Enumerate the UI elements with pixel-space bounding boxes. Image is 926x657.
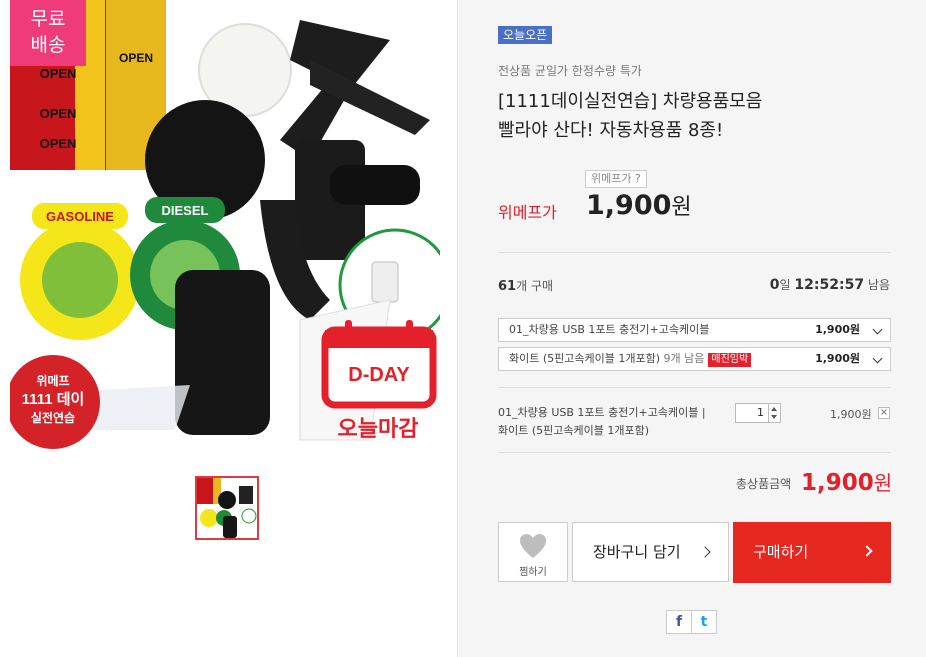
today-open-tag: 오늘오픈	[498, 26, 553, 44]
free-shipping-line2: 배송	[30, 34, 66, 56]
product-title: [1111데이실전연습] 차량용품모음 빨라야 산다! 자동차용품 8종!	[498, 87, 898, 145]
wishlist-label: 찜하기	[519, 567, 547, 578]
decrease-icon[interactable]	[771, 415, 777, 419]
product-subtitle: 전상품 균일가 한정수량 특가	[498, 64, 642, 78]
timer-days: 0	[769, 277, 780, 293]
total-price: 1,900원	[801, 467, 892, 496]
option-2-remaining: 9개 남음	[663, 352, 705, 365]
free-shipping-badge: 무료 배송	[10, 0, 86, 66]
total-label: 총상품금액	[736, 477, 792, 491]
product-title-line1: [1111데이실전연습] 차량용품모음	[498, 91, 763, 112]
cart-label: 장바구니 담기	[593, 543, 681, 561]
product-gallery: 무료 배송 OPEN OPEN OPEN OPEN GASOLINE DIESE…	[0, 0, 458, 657]
twitter-share-icon[interactable]: t	[691, 610, 717, 634]
buy-now-button[interactable]: 구매하기	[733, 522, 891, 583]
buy-label: 구매하기	[753, 543, 809, 561]
promo-line2: 1111 데이	[22, 391, 85, 408]
remove-item-button[interactable]: ×	[878, 407, 890, 419]
quantity-value[interactable]: 1	[736, 404, 768, 422]
selected-item-name: 01_차량용 USB 1포트 충전기+고속케이블 | 화이트 (5핀고속케이블 …	[498, 406, 706, 437]
option-2-price: 1,900원	[815, 352, 860, 365]
chevron-right-icon	[699, 546, 711, 558]
sticker-open-3: OPEN	[40, 136, 77, 151]
gasoline-label: GASOLINE	[46, 209, 114, 224]
sale-price: 1,900원	[586, 189, 692, 221]
add-to-cart-button[interactable]: 장바구니 담기	[572, 522, 729, 582]
increase-icon[interactable]	[771, 407, 777, 411]
price-info-button[interactable]: 위메프가 ?	[585, 170, 647, 188]
timer-days-suffix: 일	[779, 278, 791, 292]
option-select-1[interactable]: 01_차량용 USB 1포트 충전기+고속케이블 1,900원	[498, 318, 891, 342]
thumbnail-image[interactable]	[195, 476, 259, 540]
countdown-timer: 0일 12:52:57 남음	[770, 276, 890, 293]
purchase-count-suffix: 개 구매	[516, 279, 554, 293]
sticker-open-2: OPEN	[40, 106, 77, 121]
option-select-2[interactable]: 화이트 (5핀고속케이블 1개포함) 9개 남음 매진임박 1,900원	[498, 347, 891, 371]
option-2-label: 화이트 (5핀고속케이블 1개포함)	[509, 352, 661, 365]
free-shipping-line1: 무료	[30, 8, 66, 30]
product-page: 무료 배송 OPEN OPEN OPEN OPEN GASOLINE DIESE…	[0, 0, 926, 657]
purchase-count-value: 61	[498, 279, 517, 294]
promo-line1: 위메프	[36, 373, 69, 388]
option-1-label: 01_차량용 USB 1포트 충전기+고속케이블	[509, 323, 710, 336]
separator	[498, 387, 891, 388]
separator	[498, 252, 891, 253]
promo-line3: 실전연습	[31, 410, 75, 425]
share-buttons: f t	[666, 610, 717, 634]
timer-time: 12:52:57	[794, 277, 865, 293]
price-label: 위메프가	[498, 203, 557, 222]
heart-icon	[520, 534, 546, 558]
facebook-share-icon[interactable]: f	[666, 610, 692, 634]
sale-price-unit: 원	[671, 195, 692, 220]
separator	[498, 452, 891, 453]
product-info-panel: 오늘오픈 전상품 균일가 한정수량 특가 [1111데이실전연습] 차량용품모음…	[458, 0, 926, 657]
sticker-open-4: OPEN	[119, 51, 153, 65]
almost-sold-out-badge: 매진임박	[708, 353, 752, 367]
purchase-count: 61개 구매	[498, 277, 553, 294]
product-title-line2: 빨라야 산다! 자동차용품 8종!	[498, 120, 724, 141]
selected-item-price: 1,900원	[830, 408, 872, 421]
wishlist-button[interactable]: 찜하기	[498, 522, 568, 582]
quantity-stepper[interactable]: 1	[735, 403, 781, 423]
total-price-unit: 원	[873, 471, 893, 495]
option-1-price: 1,900원	[815, 323, 860, 336]
chevron-right-icon	[861, 545, 873, 557]
chevron-down-icon	[872, 324, 883, 335]
diesel-label: DIESEL	[162, 203, 209, 218]
sticker-open-1: OPEN	[40, 66, 77, 81]
main-product-image[interactable]: OPEN OPEN OPEN OPEN GASOLINE DIESEL 위메프 …	[10, 0, 440, 455]
sale-price-value: 1,900	[586, 190, 672, 221]
dday-label: D-DAY	[348, 364, 410, 386]
timer-suffix: 남음	[867, 278, 890, 292]
chevron-down-icon	[872, 353, 883, 364]
total-price-value: 1,900	[801, 470, 874, 496]
quantity-buttons	[768, 404, 780, 422]
dday-sub: 오늘마감	[338, 416, 419, 441]
